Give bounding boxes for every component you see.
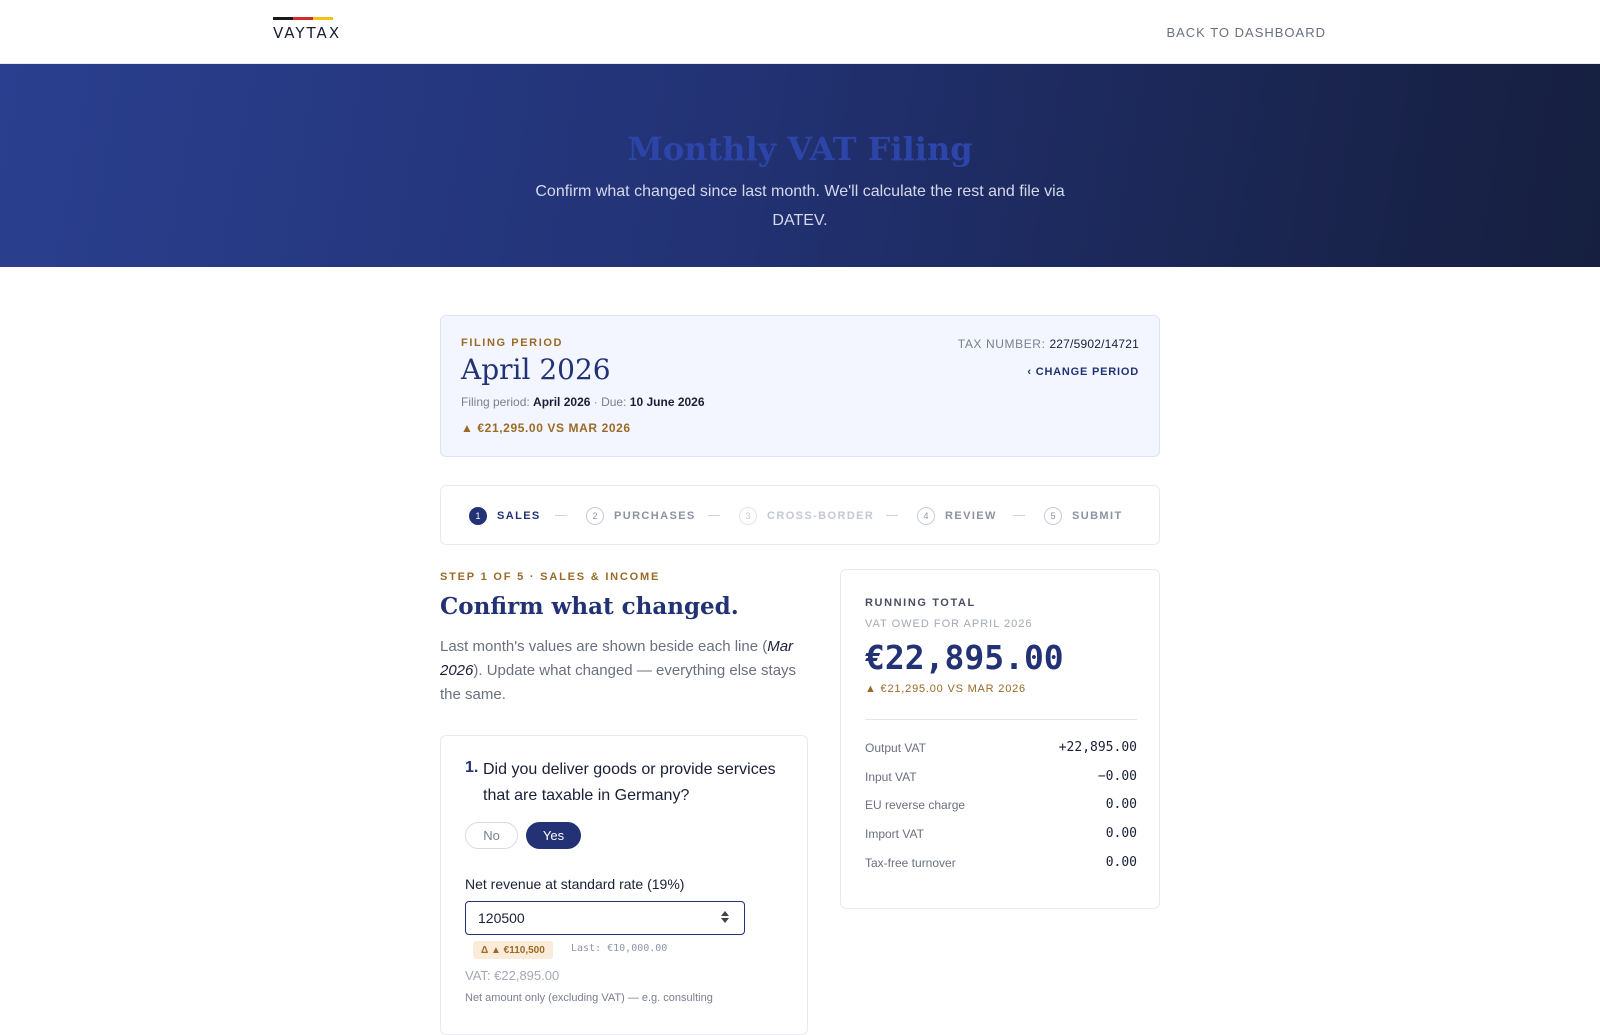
due-label: · Due: [593,395,627,409]
filing-period-card: FILING PERIOD April 2026 Filing period: … [440,315,1160,457]
number-spinner-icon[interactable] [720,909,730,927]
change-delta-badge: Δ ▲ €110,500 [473,941,553,959]
logo-stripe-black [273,17,293,20]
logo-flag-stripe [273,17,333,20]
step-separator [708,515,720,516]
total-row-label: Tax-free turnover [865,855,956,870]
answer-no-button[interactable]: No [465,822,518,849]
step-number: 2 [586,507,604,525]
logo-wordmark: VAYTAX [273,24,342,42]
step-cross-border: 3 CROSS-BORDER [739,506,874,526]
step-purchases[interactable]: 2 PURCHASES [586,506,696,526]
logo-stripe-gold [313,17,333,20]
top-navigation: VAYTAX BACK TO DASHBOARD [0,0,1600,64]
period-delta-indicator: ▲ €21,295.00 VS MAR 2026 [461,421,631,435]
step-label: PURCHASES [614,510,696,522]
net-revenue-label: Net revenue at standard rate (19%) [465,876,685,892]
hero-banner: Monthly VAT Filing Confirm what changed … [0,64,1600,267]
total-row-import-vat: Import VAT 0.00 [865,826,1137,841]
logo-stripe-red [293,17,313,20]
change-period-link[interactable]: ‹ CHANGE PERIOD [1027,366,1139,378]
running-total-delta: ▲ €21,295.00 VS MAR 2026 [865,683,1026,695]
step-label: SUBMIT [1072,510,1123,522]
step-label: SALES [497,510,541,522]
step-number: 4 [917,507,935,525]
net-revenue-input[interactable] [465,901,745,935]
intro-text-start: Last month's values are shown beside eac… [440,638,768,655]
total-row-value: +22,895.00 [1058,740,1137,755]
total-row-value: 0.00 [1105,797,1137,812]
total-row-value: −0.00 [1097,769,1137,784]
total-row-label: Input VAT [865,769,917,784]
page-title: Monthly VAT Filing [627,130,973,168]
last-month-value: Last: €10,000.00 [571,943,668,954]
total-row-label: Import VAT [865,826,924,841]
section-title: Confirm what changed. [440,593,739,620]
filing-period-title: April 2026 [461,353,611,386]
step-separator [555,515,567,516]
total-row-eu-reverse-charge: EU reverse charge 0.00 [865,797,1137,812]
divider [865,719,1137,720]
tax-number: TAX NUMBER: 227/5902/14721 [958,337,1139,351]
field-help-text: Net amount only (excluding VAT) — e.g. c… [465,992,713,1004]
filing-stepper: 1 SALES 2 PURCHASES 3 CROSS-BORDER 4 REV… [440,485,1160,545]
step-label: REVIEW [945,510,997,522]
spinner-down-icon[interactable] [721,918,729,923]
question-number: 1. [465,759,479,776]
intro-text-end: ). Update what changed — everything else… [440,662,797,703]
step-submit[interactable]: 5 SUBMIT [1044,506,1123,526]
total-row-label: EU reverse charge [865,797,966,812]
filing-period-meta: Filing period: April 2026 · Due: 10 June… [461,395,705,409]
tax-number-value: 227/5902/14721 [1049,337,1139,351]
step-separator [886,515,898,516]
total-row-value: 0.00 [1105,826,1137,841]
running-total-card: RUNNING TOTAL VAT OWED FOR APRIL 2026 €2… [840,569,1160,909]
step-sales[interactable]: 1 SALES [469,506,541,526]
total-row-input-vat: Input VAT −0.00 [865,769,1137,784]
filing-period-eyebrow: FILING PERIOD [461,337,564,349]
total-row-value: 0.00 [1105,855,1137,870]
step-number: 1 [469,507,487,525]
tax-number-label: TAX NUMBER: [957,337,1046,351]
due-date-value: 10 June 2026 [629,395,705,409]
section-intro: Last month's values are shown beside eac… [440,635,810,707]
step-number: 5 [1044,507,1062,525]
step-review[interactable]: 4 REVIEW [917,506,997,526]
answer-yes-button[interactable]: Yes [526,822,581,849]
back-to-dashboard-link[interactable]: BACK TO DASHBOARD [1166,25,1326,40]
period-label: Filing period: [461,395,530,409]
period-value: April 2026 [533,395,591,409]
total-row-tax-free-turnover: Tax-free turnover 0.00 [865,855,1137,870]
question-card: 1. Did you deliver goods or provide serv… [440,735,808,1035]
running-total-eyebrow: RUNNING TOTAL [865,597,976,609]
step-eyebrow: STEP 1 OF 5 · SALES & INCOME [440,571,661,583]
running-total-subtitle: VAT OWED FOR APRIL 2026 [865,618,1033,630]
total-row-label: Output VAT [865,740,926,755]
step-label: CROSS-BORDER [767,510,875,522]
calculated-vat: VAT: €22,895.00 [465,968,560,983]
vaytax-logo[interactable]: VAYTAX [273,17,341,42]
total-row-output-vat: Output VAT +22,895.00 [865,740,1137,755]
page-subtitle: Confirm what changed since last month. W… [535,183,1065,229]
vat-owed-amount: €22,895.00 [865,638,1064,677]
step-separator [1013,515,1025,516]
question-text: Did you deliver goods or provide service… [483,761,776,804]
spinner-up-icon[interactable] [721,911,729,916]
step-number: 3 [739,507,757,525]
